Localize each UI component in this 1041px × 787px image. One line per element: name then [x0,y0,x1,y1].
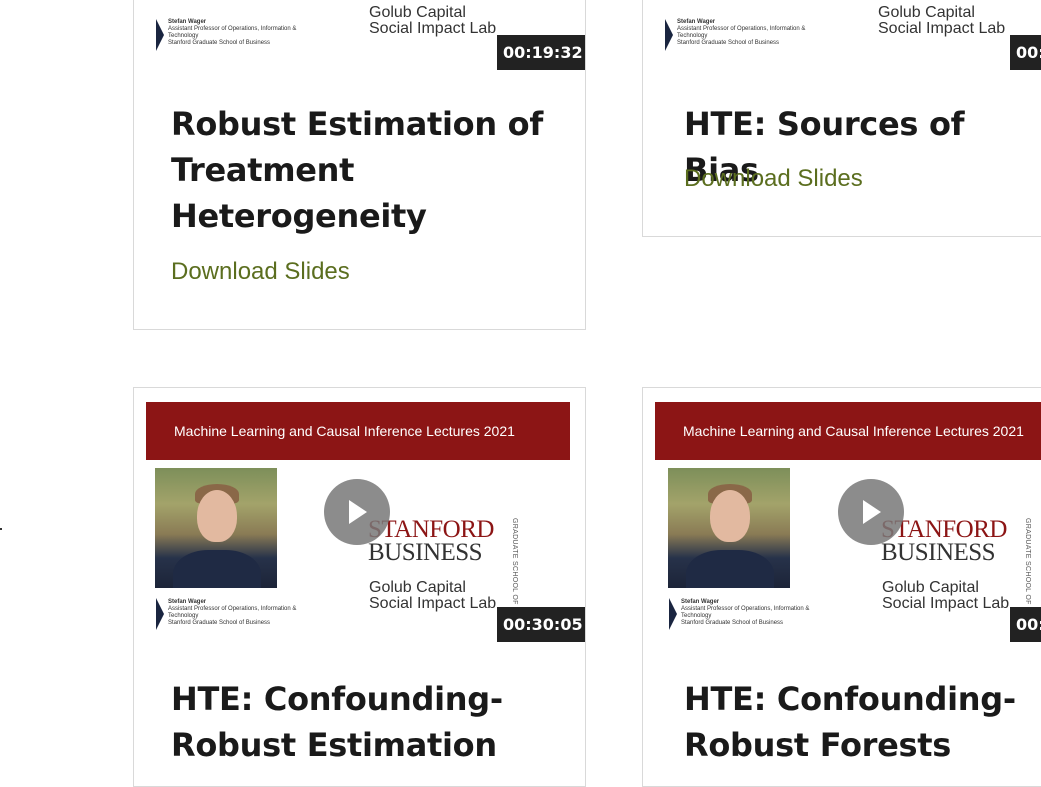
video-title[interactable]: Robust Estimation of Treatment Heterogen… [171,101,565,239]
play-icon[interactable] [838,479,904,545]
play-icon[interactable] [324,479,390,545]
video-thumbnail[interactable]: Stefan Wager Assistant Professor of Oper… [134,0,585,86]
download-slides-link[interactable]: Download Slides [684,165,863,193]
lab-name: Golub Capital Social Impact Lab [882,579,1010,612]
download-slides-link[interactable]: Download Slides [171,258,350,286]
video-duration: 00: [1010,607,1041,642]
business-logo-text: BUSINESS [368,539,483,566]
presenter-caption: Stefan Wager Assistant Professor of Oper… [168,599,297,626]
caption-arrow-icon [669,598,677,630]
video-thumbnail[interactable]: Machine Learning and Causal Inference Le… [643,388,1041,648]
stray-dot [0,528,2,530]
video-thumbnail[interactable]: Stefan Wager Assistant Professor of Oper… [643,0,1041,86]
graduate-school-text: GRADUATE SCHOOL OF [511,518,518,605]
video-duration: 00:30:05 [497,607,585,642]
video-thumbnail[interactable]: Machine Learning and Causal Inference Le… [134,388,585,648]
business-logo-text: BUSINESS [881,539,996,566]
video-duration: 00:19:32 [497,35,585,70]
video-card-4[interactable]: Machine Learning and Causal Inference Le… [642,387,1041,787]
presenter-caption: Stefan Wager Assistant Professor of Oper… [681,599,810,626]
caption-arrow-icon [156,19,164,51]
video-title[interactable]: HTE: Confounding-Robust Forests [684,676,1041,768]
lab-name: Golub Capital Social Impact Lab [878,4,1006,37]
caption-arrow-icon [665,19,673,51]
caption-arrow-icon [156,598,164,630]
video-duration: 00: [1010,35,1041,70]
video-card-1[interactable]: Stefan Wager Assistant Professor of Oper… [133,0,586,330]
lab-name: Golub Capital Social Impact Lab [369,579,497,612]
video-card-2[interactable]: Stefan Wager Assistant Professor of Oper… [642,0,1041,237]
lecture-banner: Machine Learning and Causal Inference Le… [655,402,1041,460]
lab-name: Golub Capital Social Impact Lab [369,4,497,37]
graduate-school-text: GRADUATE SCHOOL OF [1024,518,1031,605]
presenter-photo [155,468,277,588]
lecture-banner: Machine Learning and Causal Inference Le… [146,402,570,460]
presenter-photo [668,468,790,588]
video-title[interactable]: HTE: Confounding-Robust Estimation [171,676,565,768]
video-card-3[interactable]: Machine Learning and Causal Inference Le… [133,387,586,787]
presenter-caption: Stefan Wager Assistant Professor of Oper… [677,19,806,46]
presenter-caption: Stefan Wager Assistant Professor of Oper… [168,19,297,46]
